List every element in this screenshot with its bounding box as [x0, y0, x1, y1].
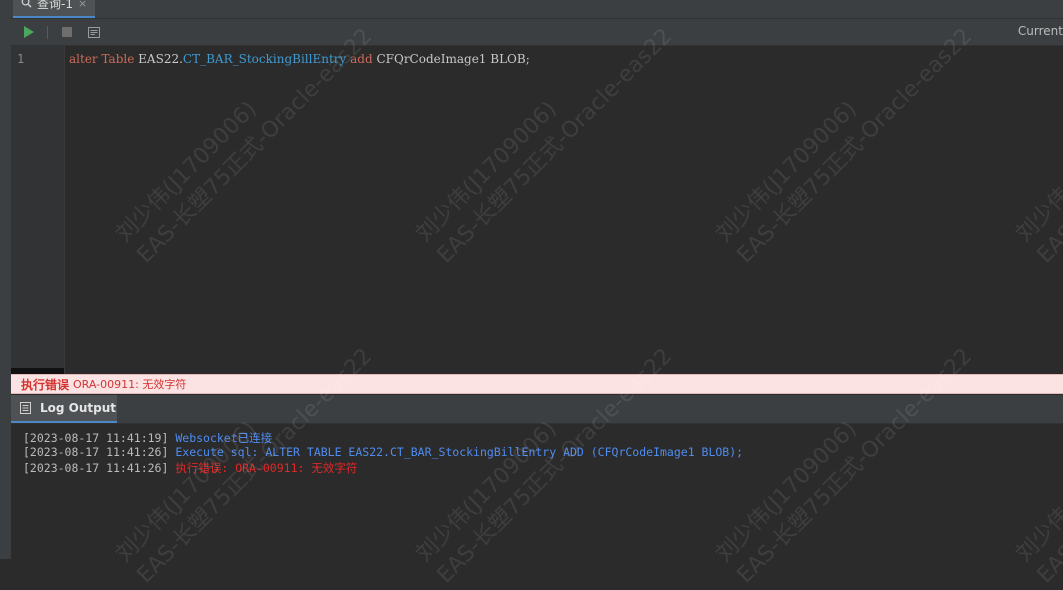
- log-tab-label: Log Output: [40, 401, 117, 415]
- log-message: Websocket已连接: [175, 431, 273, 445]
- error-message: ORA-00911: 无效字符: [73, 378, 187, 391]
- search-icon: [21, 0, 32, 8]
- toolbar-separator: [47, 26, 48, 39]
- log-message: Execute sql: ALTER TABLE EAS22.CT_BAR_St…: [175, 445, 744, 459]
- line-number: 1: [17, 52, 25, 66]
- table-name: CT_BAR_StockingBillEntry: [182, 52, 347, 66]
- log-output[interactable]: [2023-08-17 11:41:19] Websocket已连接 [2023…: [11, 424, 1063, 559]
- error-title: 执行错误: [21, 377, 70, 392]
- log-icon: [20, 402, 31, 414]
- query-toolbar: Current: [11, 19, 1063, 46]
- error-banner: 执行错误 ORA-00911: 无效字符: [11, 374, 1063, 394]
- code-line[interactable]: alter Table EAS22.CT_BAR_StockingBillEnt…: [69, 52, 530, 66]
- tab-label: 查询-1: [37, 0, 73, 11]
- log-line: [2023-08-17 11:41:19] Websocket已连接: [23, 430, 272, 446]
- log-timestamp: [2023-08-17 11:41:26]: [23, 445, 169, 459]
- current-schema-label[interactable]: Current: [1018, 24, 1063, 38]
- run-button[interactable]: [21, 24, 37, 40]
- explain-button[interactable]: [86, 24, 102, 40]
- log-timestamp: [2023-08-17 11:41:19]: [23, 431, 169, 445]
- log-line: [2023-08-17 11:41:26] Execute sql: ALTER…: [23, 445, 743, 459]
- keyword-alter: alter: [69, 52, 98, 66]
- line-gutter: 1: [11, 46, 65, 374]
- keyword-add: add: [350, 52, 373, 66]
- stop-button[interactable]: [59, 24, 75, 40]
- log-message: 执行错误: ORA-00911: 无效字符: [175, 461, 358, 475]
- list-icon: [88, 26, 100, 38]
- tab-query-1[interactable]: 查询-1 ×: [13, 0, 96, 18]
- log-panel-header: Log Output: [11, 395, 1063, 424]
- column-definition: CFQrCodeImage1 BLOB;: [376, 52, 530, 66]
- editor-tab-bar: 查询-1 ×: [11, 0, 1063, 19]
- log-timestamp: [2023-08-17 11:41:26]: [23, 461, 169, 475]
- play-icon: [24, 26, 34, 38]
- stop-icon: [62, 27, 72, 37]
- tab-log-output[interactable]: Log Output: [11, 395, 117, 423]
- schema-name: EAS22.: [138, 52, 183, 66]
- close-icon[interactable]: ×: [78, 0, 87, 10]
- log-line: [2023-08-17 11:41:26] 执行错误: ORA-00911: 无…: [23, 460, 357, 476]
- sql-editor[interactable]: 1 alter Table EAS22.CT_BAR_StockingBillE…: [11, 46, 1063, 374]
- keyword-table: Table: [101, 52, 135, 66]
